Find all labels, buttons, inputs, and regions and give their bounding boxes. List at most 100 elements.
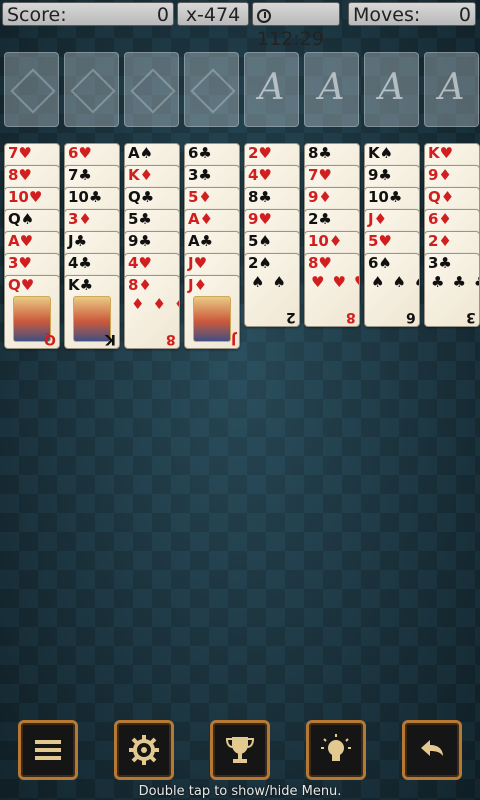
undo-arrow-icon	[421, 740, 443, 756]
trophy-button[interactable]	[210, 720, 270, 780]
undo-button[interactable]	[402, 720, 462, 780]
card-index: 4♥	[248, 166, 272, 184]
card-index-corner: 2	[286, 309, 296, 325]
card-index-corner: J	[230, 331, 236, 347]
card-index: Q♠	[8, 210, 35, 228]
score-box: Score: 0	[2, 2, 174, 26]
card-index: 9♣	[128, 232, 152, 250]
empty-slot-pattern	[130, 68, 176, 114]
card-index: Q♦	[428, 188, 455, 206]
court-card-art	[193, 296, 231, 342]
card-index: 5♥	[368, 232, 392, 250]
card-index: K♦	[128, 166, 154, 184]
card-index: 9♣	[368, 166, 392, 184]
timer-value: 112:29	[257, 28, 324, 50]
card-index: 5♦	[188, 188, 212, 206]
playing-card[interactable]: J♦ J	[184, 275, 240, 349]
foundation-slot[interactable]: A	[424, 52, 479, 127]
card-index: 2♥	[248, 144, 272, 162]
card-index: 7♥	[8, 144, 32, 162]
multiplier-value: x-474	[185, 4, 241, 26]
menu-button[interactable]	[18, 720, 78, 780]
empty-slot-pattern	[190, 68, 236, 114]
status-bar: Score: 0 x-474 112:29 Moves: 0	[0, 2, 480, 50]
card-index: 3♣	[188, 166, 212, 184]
card-index: 5♠	[248, 232, 272, 250]
card-index: 3♣	[428, 254, 452, 272]
score-label: Score:	[7, 4, 67, 26]
lightbulb-icon	[321, 734, 351, 761]
card-index: 2♦	[428, 232, 452, 250]
empty-slot-pattern	[10, 68, 56, 114]
card-index: 4♣	[68, 254, 92, 272]
score-value: 0	[156, 4, 169, 26]
settings-button[interactable]	[114, 720, 174, 780]
playing-card[interactable]: 6♠♠♠♠♠♠♠6	[364, 253, 420, 327]
playing-card[interactable]: 2♠ ♠♠ 2	[244, 253, 300, 327]
card-index: J♦	[188, 276, 208, 294]
card-index: 2♠	[248, 254, 272, 272]
card-index: 9♥	[248, 210, 272, 228]
foundation-ace-label: A	[318, 67, 345, 108]
foundation-slot[interactable]: A	[244, 52, 299, 127]
card-index-corner: 8	[346, 309, 356, 325]
card-index: 8♥	[8, 166, 32, 184]
hamburger-icon	[35, 740, 61, 760]
playing-card[interactable]: K♣ K	[64, 275, 120, 349]
card-index: 7♣	[68, 166, 92, 184]
timer-box: 112:29	[252, 2, 340, 50]
free-cell-slot[interactable]	[184, 52, 239, 127]
foundation-slot[interactable]: A	[304, 52, 359, 127]
card-index: A♣	[188, 232, 214, 250]
card-index: Q♣	[128, 188, 155, 206]
card-index: 5♣	[128, 210, 152, 228]
card-index: 6♣	[188, 144, 212, 162]
card-index: J♣	[68, 232, 88, 250]
hint-button[interactable]	[306, 720, 366, 780]
card-index: 6♦	[428, 210, 452, 228]
card-index: Q♥	[8, 276, 35, 294]
clock-icon	[257, 9, 271, 23]
card-index: 8♣	[308, 144, 332, 162]
card-index-corner: Q	[44, 331, 56, 347]
card-index: 7♥	[308, 166, 332, 184]
moves-box: Moves: 0	[348, 2, 476, 26]
moves-value: 0	[458, 4, 471, 26]
card-index: 2♣	[308, 210, 332, 228]
free-cell-slot[interactable]	[4, 52, 59, 127]
card-index-corner: 8	[166, 331, 176, 347]
card-index: 8♥	[308, 254, 332, 272]
trophy-icon	[225, 737, 255, 763]
multiplier-box: x-474	[177, 2, 249, 26]
playing-card[interactable]: 8♦♦♦♦♦♦♦♦♦8	[124, 275, 180, 349]
card-index: 9♦	[308, 188, 332, 206]
card-index: 4♥	[128, 254, 152, 272]
card-index: J♦	[368, 210, 388, 228]
foundation-ace-label: A	[438, 67, 465, 108]
card-index-corner: 6	[406, 309, 416, 325]
card-index: 6♠	[368, 254, 392, 272]
card-index: A♦	[188, 210, 214, 228]
card-index: J♥	[188, 254, 208, 272]
card-index: 10♣	[368, 188, 403, 206]
card-index-corner: 3	[466, 309, 476, 325]
bottom-menu	[0, 720, 480, 790]
free-cell-slot[interactable]	[124, 52, 179, 127]
foundation-slot[interactable]: A	[364, 52, 419, 127]
card-index: 10♦	[308, 232, 343, 250]
card-index: K♣	[68, 276, 94, 294]
foundation-ace-label: A	[258, 67, 285, 108]
playing-card[interactable]: 8♥♥♥♥♥♥♥♥♥8	[304, 253, 360, 327]
playing-card[interactable]: Q♥ Q	[4, 275, 60, 349]
empty-slot-pattern	[70, 68, 116, 114]
card-index: A♠	[128, 144, 154, 162]
free-cell-slot[interactable]	[64, 52, 119, 127]
card-index: 10♣	[68, 188, 103, 206]
moves-label: Moves:	[353, 4, 421, 26]
card-index-corner: K	[105, 331, 116, 347]
playing-card[interactable]: 3♣♣♣♣3	[424, 253, 480, 327]
card-index: K♠	[368, 144, 394, 162]
card-index: 3♥	[8, 254, 32, 272]
menu-hint-text: Double tap to show/hide Menu.	[138, 784, 342, 799]
card-index: 8♣	[248, 188, 272, 206]
